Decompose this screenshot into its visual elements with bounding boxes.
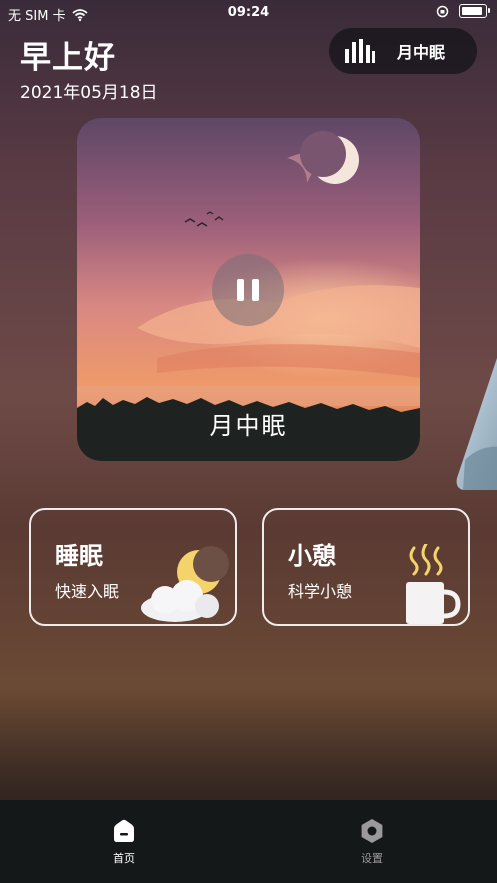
status-time: 09:24 [227, 5, 270, 20]
tab-settings[interactable]: 设置 [332, 818, 412, 866]
home-icon [114, 819, 134, 842]
tab-home-label: 首页 [113, 852, 135, 865]
battery-icon [459, 4, 490, 18]
orientation-lock-icon [436, 5, 449, 17]
date-label: 2021年05月18日 [20, 83, 158, 103]
next-card-preview[interactable] [455, 340, 497, 490]
pause-button[interactable] [212, 254, 284, 326]
tab-home[interactable]: 首页 [84, 818, 164, 866]
greeting-title: 早上好 [20, 40, 116, 76]
tab-bar: 首页 设置 [0, 800, 497, 883]
sleep-title: 睡眠 [55, 542, 103, 570]
equalizer-bars-icon [345, 39, 375, 63]
moon-cloud-icon [141, 546, 229, 622]
sleep-mode-card[interactable]: 睡眠 快速入眠 [29, 508, 237, 626]
sleep-subtitle: 快速入眠 [55, 582, 120, 601]
status-bar: 无 SIM 卡 09:24 [0, 0, 497, 26]
pause-icon [237, 279, 244, 301]
featured-sound-card[interactable]: 月中眠 [77, 118, 420, 461]
now-playing-button[interactable]: 月中眠 [329, 28, 477, 74]
tab-settings-label: 设置 [361, 852, 383, 865]
settings-hexagon-icon [361, 819, 383, 843]
nap-subtitle: 科学小憩 [288, 582, 353, 601]
now-playing-label: 月中眠 [397, 43, 446, 62]
nap-title: 小憩 [288, 542, 336, 570]
nap-mode-card[interactable]: 小憩 科学小憩 [262, 508, 470, 626]
featured-title: 月中眠 [209, 412, 288, 440]
steaming-mug-icon [406, 544, 461, 624]
